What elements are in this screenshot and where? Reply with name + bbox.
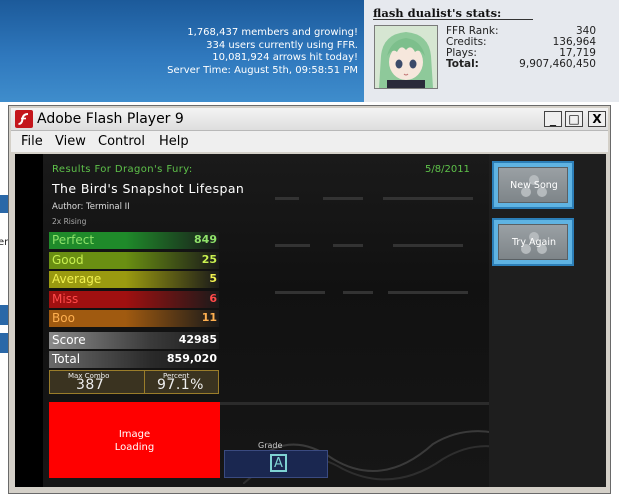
song-author: Author: Terminal II <box>52 202 130 212</box>
grade-box: A <box>224 450 328 478</box>
try-again-button-face: Try Again <box>498 224 568 260</box>
avatar-image <box>375 26 437 88</box>
judgement-value: 849 <box>194 233 217 246</box>
combo-divider <box>144 371 145 393</box>
total-value: 859,020 <box>166 352 217 365</box>
judgement-label: Average <box>52 272 102 286</box>
total-row: Total 859,020 <box>49 351 219 368</box>
profile-title: flash dualist's stats: <box>373 6 501 20</box>
profile-stats-table: FFR Rank: 340 Credits: 136,964 Plays: 17,71… <box>446 26 596 70</box>
window-title: Adobe Flash Player 9 <box>37 111 184 127</box>
new-song-label: New Song <box>510 180 558 191</box>
flash-player-window: Adobe Flash Player 9 _ □ X File View Con… <box>8 105 611 494</box>
maximize-button[interactable]: □ <box>565 111 583 127</box>
site-stats: 1,768,437 members and growing! 334 users… <box>138 27 358 77</box>
server-time: Server Time: August 5th, 09:58:51 PM <box>167 64 358 76</box>
close-button[interactable]: X <box>588 111 606 127</box>
members-count: 1,768,437 members and growing! <box>187 27 358 38</box>
try-again-label: Try Again <box>512 237 556 248</box>
image-loading-placeholder: Image Loading <box>49 402 220 478</box>
menu-control[interactable]: Control <box>98 134 145 149</box>
title-bar[interactable]: Adobe Flash Player 9 _ □ X <box>11 108 608 131</box>
results-for-label: Results For Dragon's Fury: <box>52 164 193 175</box>
avatar[interactable] <box>374 25 438 89</box>
menu-file[interactable]: File <box>21 134 43 149</box>
score-value: 42985 <box>178 333 217 346</box>
judgement-label: Boo <box>52 311 75 325</box>
max-combo-value: 387 <box>76 377 105 393</box>
grade-label: Grade <box>258 441 283 450</box>
judgement-value: 5 <box>209 272 217 285</box>
flash-content-area: Results For Dragon's Fury: 5/8/2011 The … <box>15 154 606 487</box>
background-stripe <box>343 291 373 294</box>
menu-view[interactable]: View <box>55 134 86 149</box>
combo-percent-box: Max Combo 387 Percent 97.1% <box>49 370 219 394</box>
total-label: Total <box>52 352 81 366</box>
profile-title-underline <box>373 19 533 20</box>
image-loading-line-2: Loading <box>114 442 155 453</box>
song-difficulty: 2x Rising <box>52 217 87 226</box>
background-stripe <box>388 291 468 294</box>
judgement-row-miss: Miss 6 <box>49 290 219 308</box>
grade-value: A <box>270 454 287 472</box>
background-stripe <box>393 244 463 247</box>
score-label: Score <box>52 333 86 347</box>
judgement-row-average: Average 5 <box>49 271 219 288</box>
stat-row-total: Total: 9,907,460,450 <box>446 58 596 70</box>
judgement-label: Perfect <box>52 233 95 247</box>
background-stripe <box>275 244 310 247</box>
judgement-row-good: Good 25 <box>49 251 219 269</box>
background-stripe <box>275 291 325 294</box>
profile-title-suffix: 's stats: <box>452 6 502 20</box>
score-row: Score 42985 <box>49 332 219 349</box>
background-stripe <box>275 197 299 200</box>
judgement-value: 6 <box>209 291 217 305</box>
judgement-value: 11 <box>201 311 217 324</box>
menu-bar: File View Control Help <box>11 131 608 152</box>
arrows-hit: 10,081,924 arrows hit today! <box>212 52 358 63</box>
minimize-button[interactable]: _ <box>544 111 562 127</box>
profile-stats-panel: flash dualist's stats: FFR Rank: 340 Cred… <box>364 0 619 102</box>
menu-help[interactable]: Help <box>159 134 189 149</box>
new-song-button[interactable]: New Song <box>492 161 574 209</box>
flash-logo-icon <box>15 110 33 128</box>
judgement-row-boo: Boo 11 <box>49 310 219 327</box>
song-title: The Bird's Snapshot Lifespan <box>52 181 245 196</box>
judgement-label: Good <box>52 252 84 267</box>
judgement-label: Miss <box>52 291 79 306</box>
background-stripe <box>333 244 363 247</box>
new-song-button-face: New Song <box>498 167 568 203</box>
profile-username[interactable]: flash dualist <box>373 6 452 20</box>
users-online: 334 users currently using FFR. <box>206 39 358 51</box>
background-stripe <box>383 197 473 200</box>
judgement-row-perfect: Perfect 849 <box>49 232 219 249</box>
percent-value: 97.1% <box>157 377 204 393</box>
image-loading-line-1: Image <box>118 429 151 440</box>
background-stripe <box>323 197 363 200</box>
result-date: 5/8/2011 <box>425 164 470 175</box>
judgement-value: 25 <box>201 252 217 266</box>
site-header: 1,768,437 members and growing! 334 users… <box>0 0 364 102</box>
try-again-button[interactable]: Try Again <box>492 218 574 266</box>
